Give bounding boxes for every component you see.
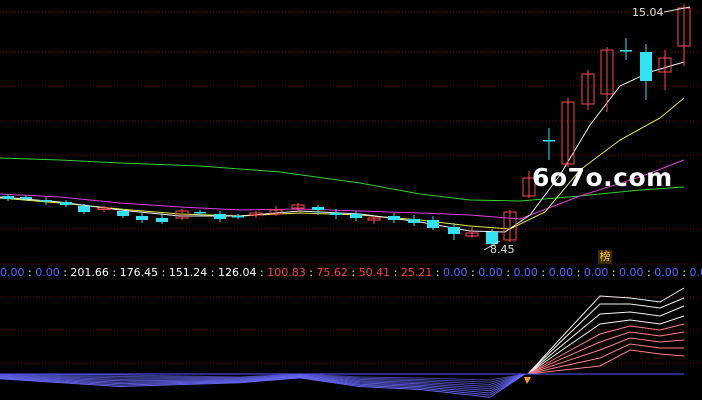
candle-body [20,197,32,199]
indicator-value: 75.62 [316,266,348,279]
value-separator: : [643,266,655,279]
candle-body [408,219,420,223]
value-separator: : [305,266,317,279]
value-separator: : [158,266,169,279]
indicator-value: 0.00 [513,266,538,279]
lower-indicator-panel [0,287,685,398]
price-high-label: 15.04 [632,6,664,19]
candle-body [312,207,324,210]
value-separator: : [467,266,479,279]
value-separator: : [432,266,444,279]
price-markers [483,6,691,251]
indicator-value: 0.00 [583,266,609,279]
watermark-text: 6o7o.com [532,163,673,192]
lower-up-line [527,315,685,375]
value-separator: : [347,266,359,279]
indicator-value: 0.00 [0,266,25,279]
candle-body [40,200,52,202]
candle-body [448,227,460,234]
candlestick-series [2,4,691,246]
candle-body [427,220,439,228]
indicator-value: 0.00 [619,266,644,279]
indicator-value: 126.04 [218,266,257,279]
indicator-value: 201.66 [70,266,109,279]
candle-body [194,212,206,214]
value-separator: : [537,266,549,279]
candle-body [136,216,148,220]
ma-line-white [0,61,685,233]
indicator-value: 0.00 [478,266,503,279]
indicator-value: 50.41 [358,266,391,279]
value-separator: : [390,266,401,279]
value-separator: : [24,266,36,279]
indicator-value: 0.00 [654,266,679,279]
signal-diamond-icon [524,377,531,384]
indicator-value: 0.00 [689,266,702,279]
candle-body [214,214,226,219]
price-high-pointer [663,6,691,13]
value-separator: : [256,266,268,279]
indicator-value: 151.24 [168,266,208,279]
lower-up-line [527,349,685,375]
indicator-value-strip: 0.00 : 0.00 : 201.66 : 176.45 : 151.24 :… [0,266,702,280]
value-separator: : [573,266,584,279]
candle-body [330,213,342,215]
price-low-label: 8.45 [490,243,515,256]
value-separator: : [678,266,690,279]
indicator-value: 176.45 [119,266,159,279]
moving-average-lines [0,61,685,233]
value-separator: : [502,266,514,279]
bang-badge[interactable]: 榜 [598,250,612,264]
candle-body [620,50,632,52]
value-separator: : [108,266,120,279]
indicator-value: 0.00 [443,266,468,279]
candle-body [117,211,129,216]
candle-body [78,206,90,212]
candle-body [2,196,14,199]
indicator-value: 0.00 [35,266,60,279]
lower-up-line [527,331,685,375]
candle-body [60,202,72,205]
indicator-value: 25.21 [400,266,433,279]
value-separator: : [207,266,219,279]
indicator-value: 100.83 [267,266,306,279]
candle-body [388,216,400,220]
candle-body [543,140,555,142]
value-separator: : [608,266,620,279]
candle-body [350,214,362,218]
chart-canvas[interactable] [0,0,702,400]
indicator-value: 0.00 [548,266,574,279]
value-separator: : [59,266,71,279]
candle-body [156,218,168,222]
candle-body [640,52,652,81]
candle-body [232,216,244,218]
